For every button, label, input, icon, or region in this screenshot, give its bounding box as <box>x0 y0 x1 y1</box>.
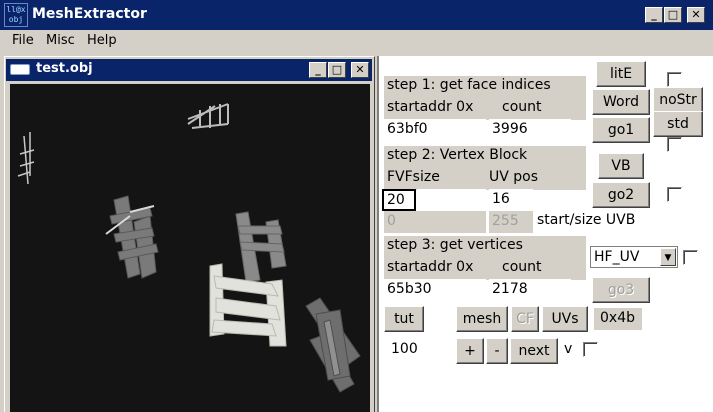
fvfsize-input-tail[interactable] <box>417 189 486 211</box>
nostr-button[interactable]: noStr <box>653 87 703 113</box>
minimize-button[interactable]: _ <box>645 7 663 23</box>
fvfsize-label: FVFsize <box>387 169 440 185</box>
step3-title: step 3: get vertices <box>387 237 523 253</box>
step1-startaddr-input[interactable]: 63bf0 <box>384 119 486 141</box>
step3-count-input[interactable]: 2178 <box>489 279 571 301</box>
uvpos-label: UV pos <box>489 169 539 185</box>
maximize-button[interactable]: □ <box>664 7 682 23</box>
child-window-title: test.obj <box>36 61 93 76</box>
uvb-size-input: 255 <box>489 211 533 233</box>
step1-startaddr-label: startaddr 0x <box>387 99 474 115</box>
next-button[interactable]: next <box>510 338 558 364</box>
lite-button[interactable]: litE <box>596 61 646 87</box>
uvb-label: start/size UVB <box>537 212 636 228</box>
step3-startaddr-input[interactable]: 65b30 <box>384 279 486 301</box>
menu-misc[interactable]: Misc <box>46 33 75 48</box>
minus-button[interactable]: - <box>486 338 508 364</box>
step1-checkbox[interactable] <box>667 72 682 87</box>
chevron-down-icon[interactable]: ▼ <box>660 248 676 266</box>
step1-title: step 1: get face indices <box>387 77 551 93</box>
word-button[interactable]: Word <box>592 89 650 115</box>
plus-button[interactable]: + <box>456 338 484 364</box>
window-title: MeshExtractor <box>32 6 147 22</box>
vb-button[interactable]: VB <box>598 153 644 179</box>
tut-button[interactable]: tut <box>384 306 424 332</box>
fvfsize-input[interactable]: 20 <box>382 189 416 211</box>
mesh-gate-mid <box>235 211 287 283</box>
std-button[interactable]: std <box>653 111 703 137</box>
child-close-button[interactable]: ✕ <box>351 62 369 78</box>
step-value-input[interactable]: 100 <box>388 339 444 361</box>
step1-count-label: count <box>502 99 542 115</box>
v-label: v <box>564 341 573 357</box>
hex-readout: 0x4b <box>600 310 635 326</box>
step3-startaddr-label: startaddr 0x <box>387 259 474 275</box>
child-maximize-button[interactable]: □ <box>328 62 346 78</box>
go1-button[interactable]: go1 <box>592 117 650 143</box>
mesh-viewport[interactable] <box>10 84 370 412</box>
step2-title: step 2: Vertex Block <box>387 147 528 163</box>
step3-checkbox[interactable] <box>683 250 698 265</box>
step1-count-input[interactable]: 3996 <box>489 119 571 141</box>
v-checkbox[interactable] <box>583 342 598 357</box>
step2-checkbox[interactable] <box>667 187 682 202</box>
menu-file[interactable]: File <box>12 33 34 48</box>
document-icon <box>10 64 30 75</box>
go3-button: go3 <box>592 277 650 303</box>
mesh-gate-right <box>305 297 361 393</box>
mesh-button[interactable]: mesh <box>456 306 508 332</box>
std-checkbox[interactable] <box>667 137 682 152</box>
uvb-start-input: 0 <box>384 211 486 233</box>
close-button[interactable]: ✕ <box>687 7 705 23</box>
cf-button: CF <box>511 306 539 332</box>
go2-button[interactable]: go2 <box>592 182 650 208</box>
mesh-gate-left <box>105 195 159 279</box>
mesh-fence-thin <box>17 132 35 185</box>
step3-count-label: count <box>502 259 542 275</box>
mesh-fence-small <box>187 103 229 129</box>
app-icon: ll@x obj <box>4 3 28 27</box>
child-minimize-button[interactable]: _ <box>309 62 327 78</box>
menu-help[interactable]: Help <box>87 33 117 48</box>
uvs-button[interactable]: UVs <box>542 306 588 332</box>
mesh-render <box>17 103 361 393</box>
uvpos-input[interactable]: 16 <box>489 189 533 211</box>
